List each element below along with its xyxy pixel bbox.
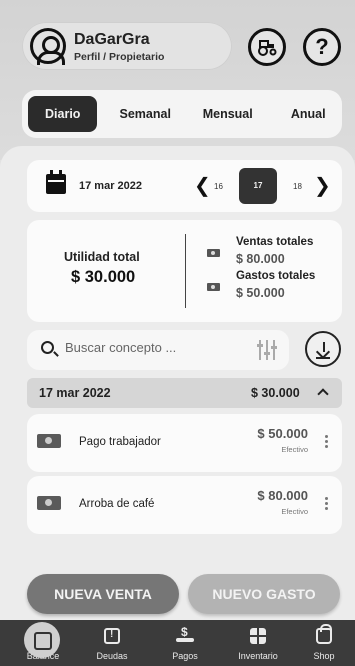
inventory-grid-icon: [250, 628, 266, 644]
nav-item-pagos[interactable]: Pagos: [160, 620, 210, 666]
tractor-button[interactable]: [248, 28, 286, 66]
user-avatar-icon: [30, 28, 66, 65]
expenses-value: $ 50.000: [236, 286, 285, 300]
sales-label: Ventas totales: [236, 236, 314, 248]
tab-anual[interactable]: Anual: [280, 107, 336, 121]
transaction-row[interactable]: Pago trabajador $ 50.000 Efectivo: [27, 414, 342, 472]
profile-name: DaGarGra: [74, 31, 150, 48]
chevron-right-icon[interactable]: ❯: [314, 176, 331, 196]
chevron-left-icon[interactable]: ❮: [194, 176, 211, 196]
expenses-label: Gastos totales: [236, 270, 316, 282]
group-date: 17 mar 2022: [39, 386, 111, 400]
prev-day[interactable]: 16: [214, 182, 223, 191]
calendar-icon[interactable]: [46, 170, 66, 194]
money-icon: [207, 249, 220, 257]
summary-divider: [185, 234, 186, 308]
more-options-icon[interactable]: [325, 435, 328, 438]
utility-label: Utilidad total: [64, 250, 140, 264]
date-navigator: 17 mar 2022 ❮ 16 17 18 ❯: [27, 160, 342, 212]
header-area: DaGarGra Perfil / Propietario ? Diario S…: [0, 0, 355, 160]
main-content: 17 mar 2022 ❮ 16 17 18 ❯ Utilidad total …: [0, 146, 355, 622]
transaction-name: Arroba de café: [79, 498, 155, 510]
balance-icon[interactable]: [24, 622, 60, 658]
transaction-amount: $ 80.000: [257, 488, 308, 503]
transaction-method: Efectivo: [281, 507, 308, 516]
current-day[interactable]: 17: [239, 168, 277, 204]
debt-icon: [104, 628, 120, 644]
tractor-icon: [258, 40, 277, 56]
money-bill-icon: [37, 434, 61, 448]
new-sale-button[interactable]: NUEVA VENTA: [27, 574, 179, 614]
nav-label: Inventario: [238, 651, 278, 661]
money-bill-icon: [37, 496, 61, 510]
help-button[interactable]: ?: [303, 28, 341, 66]
nav-item-shop[interactable]: Shop: [300, 620, 348, 666]
summary-card: Utilidad total $ 30.000 Ventas totales $…: [27, 220, 342, 322]
payment-hand-icon: [176, 625, 194, 644]
search-icon: [41, 341, 54, 354]
selected-date[interactable]: 17 mar 2022: [79, 180, 142, 192]
money-icon: [207, 283, 220, 291]
date-group-header[interactable]: 17 mar 2022 $ 30.000: [27, 378, 342, 408]
filter-icon[interactable]: [257, 340, 277, 360]
transaction-method: Efectivo: [281, 445, 308, 454]
search-bar: [27, 330, 289, 370]
transaction-name: Pago trabajador: [79, 436, 161, 448]
tab-diario[interactable]: Diario: [28, 96, 98, 132]
group-total: $ 30.000: [251, 386, 300, 400]
nav-label: Deudas: [96, 651, 128, 661]
profile-card[interactable]: DaGarGra Perfil / Propietario: [22, 22, 232, 70]
transaction-amount: $ 50.000: [257, 426, 308, 441]
nav-item-deudas[interactable]: Deudas: [84, 620, 140, 666]
search-input[interactable]: [65, 340, 245, 355]
transaction-row[interactable]: Arroba de café $ 80.000 Efectivo: [27, 476, 342, 534]
download-icon[interactable]: [305, 331, 341, 367]
nav-label: Pagos: [172, 651, 198, 661]
next-day[interactable]: 18: [293, 182, 302, 191]
profile-role: Perfil / Propietario: [74, 51, 165, 63]
tab-semanal[interactable]: Semanal: [111, 107, 179, 121]
nav-item-inventario[interactable]: Inventario: [228, 620, 288, 666]
nav-label: Shop: [313, 651, 335, 661]
chevron-up-icon[interactable]: [317, 388, 329, 400]
more-options-icon[interactable]: [325, 497, 328, 500]
shopping-bag-icon: [316, 624, 332, 644]
period-tabs: Diario Semanal Mensual Anual: [22, 90, 342, 138]
tab-mensual[interactable]: Mensual: [191, 107, 264, 121]
utility-value: $ 30.000: [71, 268, 136, 286]
sales-value: $ 80.000: [236, 252, 285, 266]
new-expense-button[interactable]: NUEVO GASTO: [188, 574, 340, 614]
